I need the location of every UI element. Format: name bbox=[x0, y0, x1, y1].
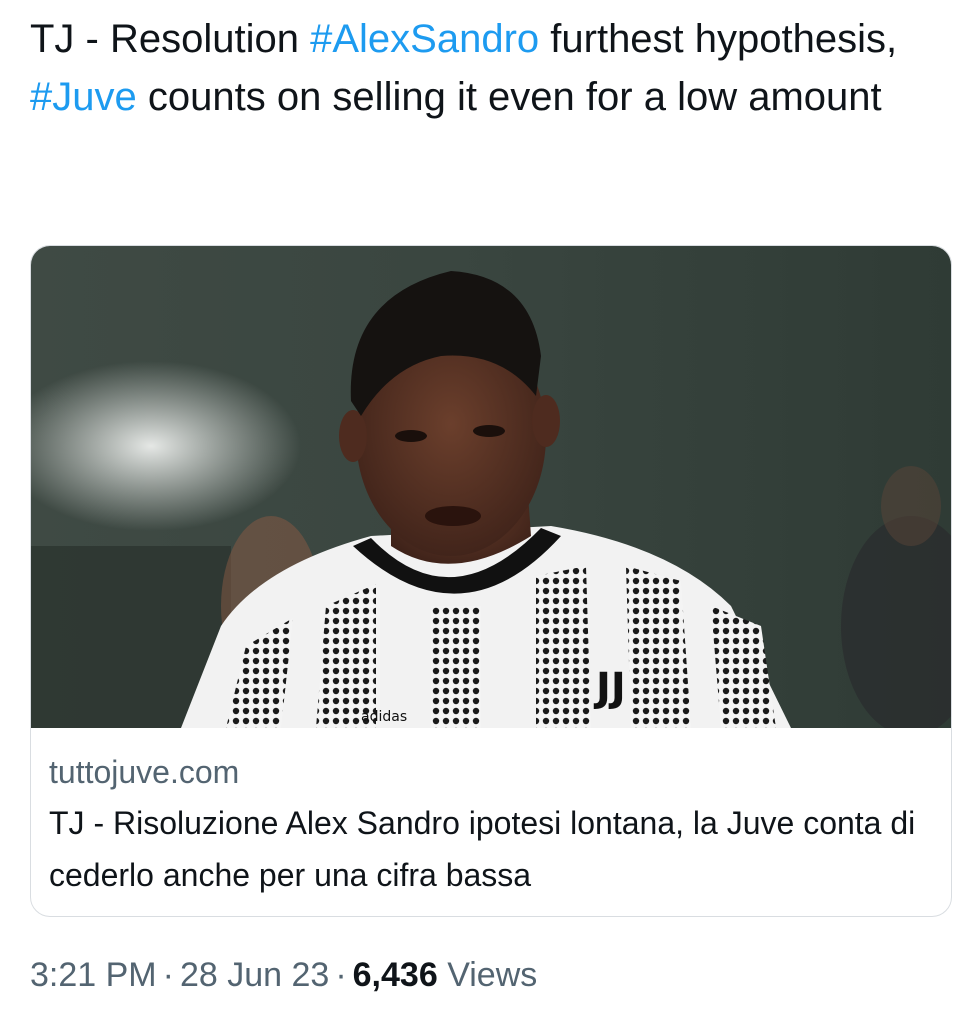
card-meta: tuttojuve.com TJ - Risoluzione Alex Sand… bbox=[49, 751, 929, 901]
tweet-text-part: TJ - Resolution bbox=[30, 17, 311, 61]
timestamp-link[interactable]: 3:21 PM · 28 Jun 23 bbox=[30, 956, 329, 994]
hashtag-alexsandro-link[interactable]: #AlexSandro bbox=[310, 17, 539, 61]
tweet: TJ - Resolution #AlexSandro furthest hyp… bbox=[0, 0, 980, 1024]
card-image[interactable]: JJ adidas bbox=[31, 246, 951, 728]
views-label: Views bbox=[447, 956, 538, 994]
separator: · bbox=[162, 956, 174, 994]
tweet-time: 3:21 PM bbox=[30, 956, 157, 994]
tweet-meta: 3:21 PM · 28 Jun 23 · 6,436 Views bbox=[30, 950, 537, 1000]
views-count: 6,436 bbox=[352, 956, 438, 994]
jersey-crest: JJ bbox=[593, 665, 626, 711]
jersey-brand: adidas bbox=[361, 709, 407, 725]
tweet-date: 28 Jun 23 bbox=[179, 956, 330, 994]
card-title: TJ - Risoluzione Alex Sandro ipotesi lon… bbox=[49, 805, 916, 893]
hashtag-juve-link[interactable]: #Juve bbox=[30, 75, 137, 119]
separator: · bbox=[335, 956, 347, 994]
player-photo-icon: JJ adidas bbox=[31, 246, 951, 728]
link-preview-card[interactable]: JJ adidas tuttojuve.com TJ - Risoluzione… bbox=[30, 245, 952, 917]
tweet-text-part: furthest hypothesis, bbox=[539, 17, 898, 61]
tweet-text: TJ - Resolution #AlexSandro furthest hyp… bbox=[30, 10, 950, 126]
tweet-text-part: counts on selling it even for a low amou… bbox=[136, 75, 882, 119]
card-domain: tuttojuve.com bbox=[49, 754, 240, 790]
